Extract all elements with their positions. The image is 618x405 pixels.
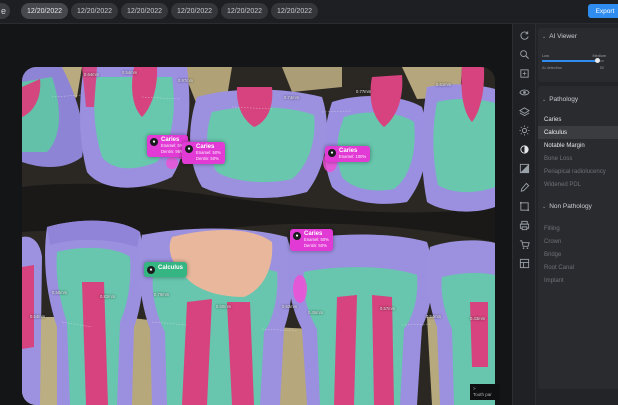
- finding-detail: Dentin: 50%: [304, 243, 327, 248]
- pathology-item-caries[interactable]: Caries: [538, 113, 618, 126]
- layers-icon[interactable]: [517, 104, 532, 119]
- finding-detail: Enamel: 100%: [339, 154, 367, 159]
- crop-icon[interactable]: [517, 66, 532, 81]
- xray-viewer[interactable]: ● Caries Enamel: 5% Dentin: 95% ● Caries…: [0, 24, 512, 405]
- pathology-item-widened-pdl[interactable]: Widened PDL: [538, 178, 618, 191]
- eyedropper-icon[interactable]: [517, 180, 532, 195]
- chevron-down-icon: ⌄: [542, 204, 547, 210]
- chevron-down-icon: ⌄: [542, 34, 547, 40]
- pathology-item-periapical[interactable]: Periapical radiolucency: [538, 165, 618, 178]
- measurement-label: 0.97mm: [178, 78, 194, 83]
- measurement-label: 0.45mm: [308, 310, 324, 315]
- finding-detail: Dentin: 95%: [161, 149, 184, 154]
- annotate-icon[interactable]: [517, 199, 532, 214]
- date-tab-1[interactable]: 12/20/2022: [21, 3, 68, 19]
- non-pathology-header[interactable]: ⌄ Non Pathology: [538, 199, 618, 215]
- non-pathology-item-crown[interactable]: Crown: [538, 235, 618, 248]
- measurement-label: 0.54mm: [122, 70, 138, 75]
- ai-viewer-title: AI Viewer: [549, 33, 577, 40]
- date-tab-5[interactable]: 12/20/2022: [221, 3, 268, 19]
- pathology-header[interactable]: ⌄ Pathology: [538, 86, 618, 112]
- measurement-label: 0.43mm: [470, 316, 486, 321]
- pathology-title: Pathology: [549, 96, 579, 103]
- cart-icon[interactable]: [517, 237, 532, 252]
- caries-icon: ●: [185, 145, 193, 153]
- measurement-label: 0.54mm: [426, 314, 442, 319]
- non-pathology-item-root-canal[interactable]: Root Canal: [538, 261, 618, 274]
- layout-icon[interactable]: [517, 256, 532, 271]
- back-button[interactable]: e: [0, 3, 10, 19]
- chevron-down-icon: ⌄: [542, 97, 547, 103]
- ai-detection-label: AI detection: [542, 66, 563, 70]
- pathology-item-bone-loss[interactable]: Bone Loss: [538, 152, 618, 165]
- caries-icon: ●: [328, 149, 336, 157]
- finding-title: Calculus: [158, 265, 184, 271]
- measurement-label: 0.77mm: [356, 89, 372, 94]
- brightness-icon[interactable]: [517, 123, 532, 138]
- pathology-item-notable-margin[interactable]: Notable Margin: [538, 139, 618, 152]
- caries-icon: ●: [293, 232, 301, 240]
- date-tab-2[interactable]: 12/20/2022: [71, 3, 118, 19]
- slider-handle[interactable]: [595, 58, 601, 63]
- eye-icon[interactable]: [517, 85, 532, 100]
- tool-column: [512, 24, 536, 405]
- measurement-label: 0.74mm: [284, 95, 300, 100]
- finding-detail: Dentin: 50%: [196, 156, 219, 161]
- invert-icon[interactable]: [517, 161, 532, 176]
- measurement-label: 0.82mm: [100, 294, 116, 299]
- non-pathology-item-implant[interactable]: Implant: [538, 274, 618, 287]
- contrast-icon[interactable]: [517, 142, 532, 157]
- non-pathology-item-filling[interactable]: Filling: [538, 222, 618, 235]
- date-tab-3[interactable]: 12/20/2022: [121, 3, 168, 19]
- finding-caries-4[interactable]: ● Caries Enamel: 50% Dentin: 50%: [290, 229, 333, 251]
- tooth-part-badge[interactable]: > Tooth par: [470, 384, 500, 400]
- measurement-label: 0.60mm: [216, 304, 232, 309]
- date-tab-6[interactable]: 12/20/2022: [271, 3, 318, 19]
- non-pathology-title: Non Pathology: [549, 203, 592, 210]
- print-icon[interactable]: [517, 218, 532, 233]
- finding-caries-3[interactable]: ● Caries Enamel: 100%: [325, 146, 371, 162]
- measurement-label: 0.61mm: [436, 82, 452, 87]
- xray-overlay: [22, 67, 495, 405]
- measurement-label: 0.64mm: [84, 72, 100, 77]
- measurement-label: 0.62mm: [282, 304, 298, 309]
- xray-image[interactable]: [22, 67, 495, 405]
- measurement-label: 0.79mm: [154, 292, 170, 297]
- calculus-icon: ●: [147, 266, 155, 274]
- slider-fill: [542, 60, 598, 62]
- slider-high-label: Medium: [592, 54, 606, 58]
- zoom-icon[interactable]: [517, 47, 532, 62]
- measurement-label: 0.57mm: [380, 306, 396, 311]
- ai-detection-value: 50: [599, 66, 604, 70]
- non-pathology-item-bridge[interactable]: Bridge: [538, 248, 618, 261]
- measurement-label: 0.58mm: [52, 290, 68, 295]
- measurement-label: 0.54mm: [30, 314, 46, 319]
- export-button[interactable]: Export: [588, 4, 618, 18]
- pathology-item-calculus[interactable]: Calculus: [538, 126, 618, 139]
- tooth-badge-label: Tooth par: [473, 391, 492, 397]
- finding-caries-2[interactable]: ● Caries Enamel: 50% Dentin: 50%: [182, 142, 225, 164]
- rotate-icon[interactable]: [517, 28, 532, 43]
- ai-slider-foot: AI detection 50: [542, 66, 604, 70]
- caries-icon: ●: [150, 138, 158, 146]
- ai-viewer-header[interactable]: ⌄ AI Viewer: [538, 28, 618, 44]
- date-tab-4[interactable]: 12/20/2022: [171, 3, 218, 19]
- right-panel: ⌄ AI Viewer Low Medium AI detection 50 ⌄…: [536, 24, 618, 405]
- ai-detection-slider[interactable]: [542, 58, 604, 63]
- finding-calculus[interactable]: ● Calculus: [144, 262, 188, 277]
- slider-low-label: Low: [542, 54, 549, 58]
- ai-viewer-section: ⌄ AI Viewer Low Medium AI detection 50: [538, 28, 618, 82]
- top-bar: e 12/20/2022 12/20/2022 12/20/2022 12/20…: [0, 0, 618, 24]
